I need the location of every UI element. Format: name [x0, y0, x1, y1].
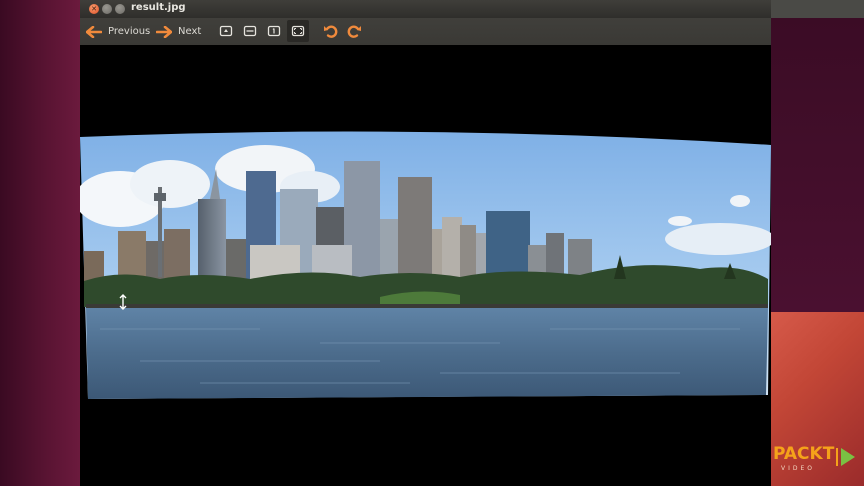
- desktop-background-left: [0, 0, 80, 486]
- title-bar[interactable]: ✕ result.jpg: [80, 0, 771, 18]
- desktop-top-panel: [771, 0, 864, 18]
- desktop-background-right: [771, 18, 864, 312]
- next-label: Next: [178, 26, 202, 37]
- minimize-button[interactable]: [102, 4, 112, 14]
- toolbar: Previous Next: [80, 18, 771, 45]
- image-viewport[interactable]: [80, 45, 771, 486]
- zoom-original-icon[interactable]: [267, 24, 281, 38]
- logo-subtext: VIDEO: [781, 465, 816, 472]
- rotate-left-icon[interactable]: [323, 23, 339, 39]
- window-title: result.jpg: [131, 2, 186, 13]
- logo-text: PACKT: [773, 444, 835, 464]
- image-viewer-window: ✕ result.jpg Previous Next: [80, 0, 771, 486]
- resize-cursor-icon: [119, 294, 127, 310]
- maximize-button[interactable]: [115, 4, 125, 14]
- fullscreen-button[interactable]: [287, 20, 309, 42]
- play-triangle-icon: [836, 448, 855, 466]
- next-button[interactable]: Next: [156, 18, 201, 45]
- rotate-right-icon[interactable]: [346, 23, 362, 39]
- fullscreen-icon: [291, 25, 305, 37]
- previous-label: Previous: [108, 26, 151, 37]
- zoom-fit-icon[interactable]: [219, 24, 233, 38]
- close-button[interactable]: ✕: [89, 4, 99, 14]
- previous-button[interactable]: Previous: [86, 18, 150, 45]
- zoom-width-icon[interactable]: [243, 24, 257, 38]
- arrow-left-icon: [86, 25, 102, 38]
- arrow-right-icon: [156, 25, 172, 38]
- packt-logo: PACKT VIDEO: [773, 444, 861, 478]
- panorama-image: [80, 131, 771, 400]
